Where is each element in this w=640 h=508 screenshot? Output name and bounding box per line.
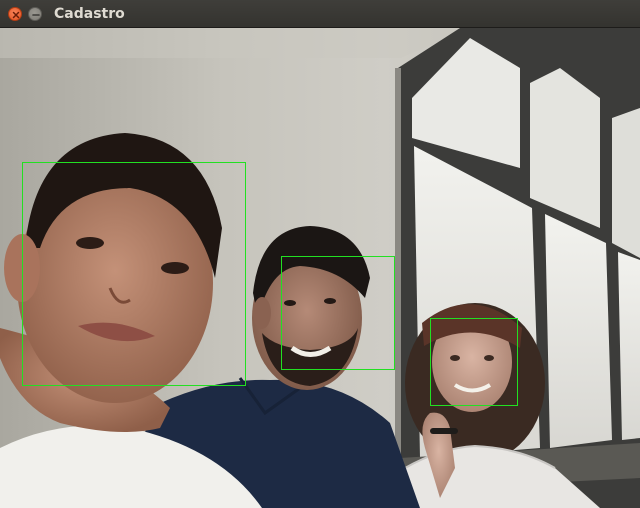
minimize-icon [32, 14, 40, 16]
close-button[interactable] [8, 7, 22, 21]
close-icon [12, 11, 20, 19]
face-detection-box [430, 318, 518, 406]
face-detection-box [22, 162, 246, 386]
window-title: Cadastro [54, 6, 125, 22]
face-detection-box [281, 256, 395, 370]
minimize-button[interactable] [28, 7, 42, 21]
camera-feed [0, 28, 640, 508]
window-titlebar: Cadastro [0, 0, 640, 28]
